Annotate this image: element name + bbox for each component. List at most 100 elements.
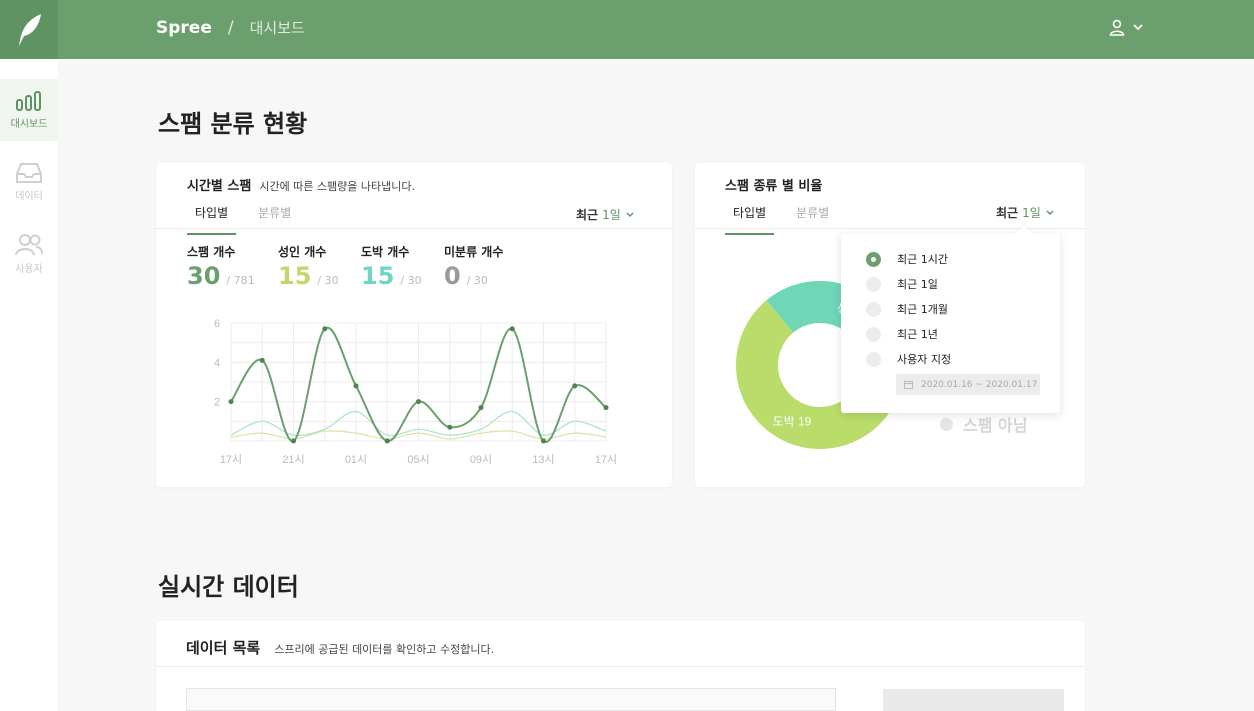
y-tick-label: 6 — [214, 318, 220, 330]
period-prefix: 최근 — [996, 206, 1019, 220]
card-subtitle: 스프리에 공급된 데이터를 확인하고 수정합니다. — [274, 643, 495, 656]
breadcrumb-current: 대시보드 — [249, 19, 305, 37]
option-label: 최근 1년 — [897, 328, 938, 341]
sidebar-item-label: 사용자 — [15, 264, 43, 275]
time-card-tabs: 타입별 분류별 — [186, 204, 321, 235]
stat-spam: 스팸 개수 30 / 781 — [187, 243, 255, 290]
section-title-realtime-data: 실시간 데이터 — [158, 573, 299, 601]
card-subtitle: 시간에 따른 스팸량을 나타냅니다. — [259, 180, 415, 193]
leaf-logo-icon — [19, 13, 41, 46]
radio-button[interactable] — [866, 326, 881, 342]
card-title: 데이터 목록 스프리에 공급된 데이터를 확인하고 수정합니다. — [186, 637, 494, 658]
data-point — [228, 399, 234, 405]
data-point — [509, 326, 515, 332]
stat-label: 성인 개수 — [278, 245, 327, 259]
data-search-input[interactable] — [186, 688, 836, 711]
users-icon — [15, 234, 43, 256]
period-value: 1일 — [1022, 206, 1041, 220]
divider — [156, 666, 1085, 667]
radio-button[interactable] — [866, 276, 881, 292]
sidebar-item-label: 데이터 — [15, 191, 43, 202]
card-title: 시간별 스팸 시간에 따른 스팸량을 나타냅니다. — [187, 175, 415, 194]
period-select[interactable]: 최근 1일 — [996, 204, 1055, 221]
x-tick-label: 05시 — [407, 454, 429, 466]
data-point — [384, 438, 390, 444]
calendar-icon — [904, 381, 913, 389]
divider — [156, 228, 672, 229]
period-option-1d[interactable]: 최근 1일 — [866, 276, 938, 292]
legend-dot — [940, 417, 953, 431]
period-option-1y[interactable]: 최근 1년 — [866, 326, 938, 342]
sidebar-item-data[interactable]: 데이터 — [0, 151, 58, 213]
option-label: 최근 1개월 — [897, 303, 948, 316]
data-point — [259, 357, 265, 363]
legend-label: 스팸 아님 — [963, 416, 1028, 435]
period-select[interactable]: 최근 1일 — [576, 206, 635, 223]
stat-value: 15 — [361, 262, 395, 290]
data-point — [603, 405, 609, 411]
bar-chart-icon — [16, 91, 41, 111]
section-title-spam-status: 스팸 분류 현황 — [158, 110, 308, 138]
x-tick-label: 01시 — [345, 454, 367, 466]
tab-by-type[interactable]: 타입별 — [186, 204, 237, 235]
stat-total: / 30 — [317, 274, 339, 287]
date-range-text: 2020.01.16 ~ 2020.01.17 — [921, 379, 1038, 390]
data-point — [478, 405, 484, 411]
breadcrumb-brand[interactable]: Spree — [156, 18, 212, 38]
card-title: 스팸 종류 별 비율 — [725, 179, 823, 194]
card-title-text: 데이터 목록 — [186, 639, 261, 657]
y-tick-label: 2 — [214, 397, 220, 409]
sidebar: 대시보드 데이터 사용자 — [0, 59, 58, 711]
tab-by-class[interactable]: 분류별 — [796, 204, 829, 235]
period-option-custom[interactable]: 사용자 지정 — [866, 351, 951, 367]
stat-total: / 781 — [226, 274, 255, 287]
breadcrumb: Spree / 대시보드 — [156, 17, 305, 38]
data-point — [353, 383, 359, 389]
top-bar: Spree / 대시보드 — [0, 0, 1254, 59]
radio-button[interactable] — [866, 351, 881, 367]
stat-total: / 30 — [466, 274, 488, 287]
stat-unclassified: 미분류 개수 0 / 30 — [444, 243, 503, 290]
x-tick-label: 17시 — [595, 454, 617, 466]
user-menu-button[interactable] — [1108, 18, 1144, 36]
period-option-1m[interactable]: 최근 1개월 — [866, 301, 948, 317]
breadcrumb-separator: / — [227, 17, 234, 38]
period-option-1h[interactable]: 최근 1시간 — [866, 251, 948, 267]
option-label: 최근 1시간 — [897, 253, 948, 266]
sidebar-item-label: 대시보드 — [10, 119, 48, 130]
stat-value: 0 — [444, 262, 461, 290]
stat-value: 15 — [278, 262, 312, 290]
time-spam-card: 시간별 스팸 시간에 따른 스팸량을 나타냅니다. 타입별 분류별 최근 1일 스… — [156, 163, 672, 487]
tab-by-class[interactable]: 분류별 — [258, 204, 291, 235]
data-action-button[interactable] — [883, 689, 1064, 711]
x-tick-label: 09시 — [470, 454, 492, 466]
data-point — [322, 326, 328, 332]
data-point — [541, 438, 546, 444]
option-label: 사용자 지정 — [897, 353, 952, 366]
tab-by-type[interactable]: 타입별 — [724, 204, 775, 235]
chevron-down-icon — [626, 212, 634, 217]
x-tick-label: 21시 — [282, 454, 304, 466]
chevron-down-icon — [1133, 24, 1143, 31]
stat-label: 스팸 개수 — [187, 245, 236, 259]
period-dropdown: 최근 1시간 최근 1일 최근 1개월 최근 1년 사용자 지정 2020.01… — [841, 234, 1060, 413]
sidebar-item-users[interactable]: 사용자 — [0, 223, 58, 285]
date-range-picker[interactable]: 2020.01.16 ~ 2020.01.17 — [896, 374, 1040, 395]
time-spam-line-chart: 2 4 6 17시 21시 01시 05시 09시 13시 17시 — [214, 318, 617, 466]
period-value: 1일 — [602, 208, 621, 222]
legend-not-spam: 스팸 아님 — [940, 412, 1027, 436]
period-prefix: 최근 — [576, 208, 599, 222]
data-point — [572, 383, 578, 389]
option-label: 최근 1일 — [897, 278, 938, 291]
app-logo[interactable] — [0, 0, 58, 59]
radio-button[interactable] — [866, 301, 881, 317]
card-title-text: 시간별 스팸 — [187, 179, 252, 194]
sidebar-item-dashboard[interactable]: 대시보드 — [0, 79, 58, 141]
chevron-up-icon — [1046, 210, 1054, 215]
stat-label: 미분류 개수 — [444, 245, 504, 259]
x-tick-label: 17시 — [220, 454, 242, 466]
radio-button[interactable] — [866, 251, 881, 267]
y-tick-label: 4 — [214, 357, 220, 369]
stat-value: 30 — [187, 262, 221, 290]
stat-adult: 성인 개수 15 / 30 — [278, 243, 339, 290]
